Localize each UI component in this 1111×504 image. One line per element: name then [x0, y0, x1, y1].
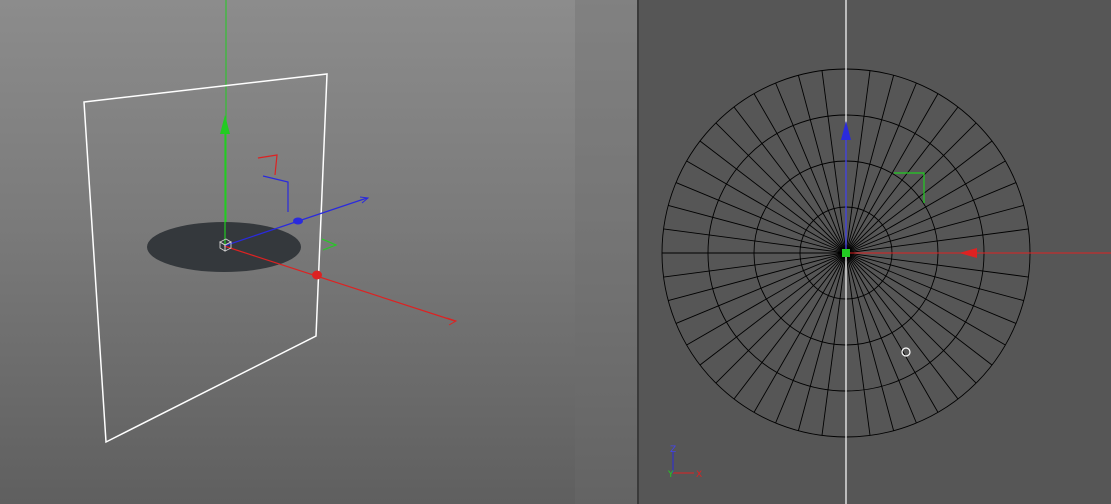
mesh-spoke	[797, 75, 847, 254]
mesh-spoke	[668, 252, 847, 302]
mesh-spoke	[845, 182, 1017, 254]
mesh-spoke	[668, 204, 847, 254]
x-axis-arrow-top-icon[interactable]	[959, 248, 977, 258]
mesh-spoke	[845, 204, 1024, 254]
axis-orientation-indicator: Z Y X	[667, 445, 702, 480]
mesh-spoke	[775, 82, 847, 254]
xy-plane-handle[interactable]	[257, 154, 278, 176]
x-axis-handle[interactable]	[223, 245, 456, 322]
mesh-spoke	[715, 252, 847, 384]
mesh-spoke	[845, 252, 1006, 346]
viewport-shade	[575, 0, 637, 504]
perspective-viewport[interactable]	[0, 0, 637, 504]
x-axis-knob[interactable]	[312, 270, 322, 280]
yz-plane-handle[interactable]	[262, 175, 289, 212]
mesh-spoke	[663, 228, 847, 254]
mesh-spoke	[845, 252, 1029, 278]
mesh-spoke	[753, 93, 847, 254]
z-axis-knob[interactable]	[293, 217, 303, 225]
mesh-spoke	[845, 252, 871, 436]
disc-object[interactable]	[147, 222, 301, 272]
indicator-left-label: Y	[667, 470, 674, 480]
mesh-spoke	[797, 252, 847, 431]
mesh-spoke	[845, 252, 1017, 324]
mesh-spoke	[821, 70, 847, 254]
mesh-spoke	[845, 252, 939, 413]
mesh-spoke	[845, 75, 895, 254]
mesh-spoke	[845, 252, 917, 424]
indicator-vertical-label: Z	[670, 445, 676, 455]
mesh-spoke	[686, 160, 847, 254]
mesh-spoke	[675, 252, 847, 324]
mesh-spoke	[845, 228, 1029, 254]
mesh-spoke	[845, 160, 1006, 254]
z-axis-arrow-top-icon[interactable]	[841, 121, 851, 140]
object-center-point[interactable]	[842, 249, 850, 257]
mesh-spoke	[845, 252, 977, 384]
mesh-spoke	[753, 252, 847, 413]
mesh-spoke	[675, 182, 847, 254]
mesh-spoke	[845, 122, 977, 254]
top-scene: Z Y X	[661, 0, 1111, 504]
mesh-spoke	[821, 252, 847, 436]
mesh-spoke	[715, 122, 847, 254]
xz-plane-handle[interactable]	[321, 238, 338, 251]
mesh-spoke	[845, 252, 895, 431]
mesh-spoke	[775, 252, 847, 424]
mesh-spoke	[845, 252, 1024, 302]
mesh-spoke	[663, 252, 847, 278]
mesh-spoke	[686, 252, 847, 346]
app-window: Z Y X	[0, 0, 1111, 504]
mesh-spoke	[845, 70, 871, 254]
indicator-horizontal-label: X	[696, 470, 702, 480]
top-viewport[interactable]: Z Y X	[639, 0, 1111, 504]
y-axis-arrow-icon[interactable]	[220, 115, 230, 134]
mesh-spoke	[845, 82, 917, 254]
perspective-scene	[83, 0, 637, 504]
